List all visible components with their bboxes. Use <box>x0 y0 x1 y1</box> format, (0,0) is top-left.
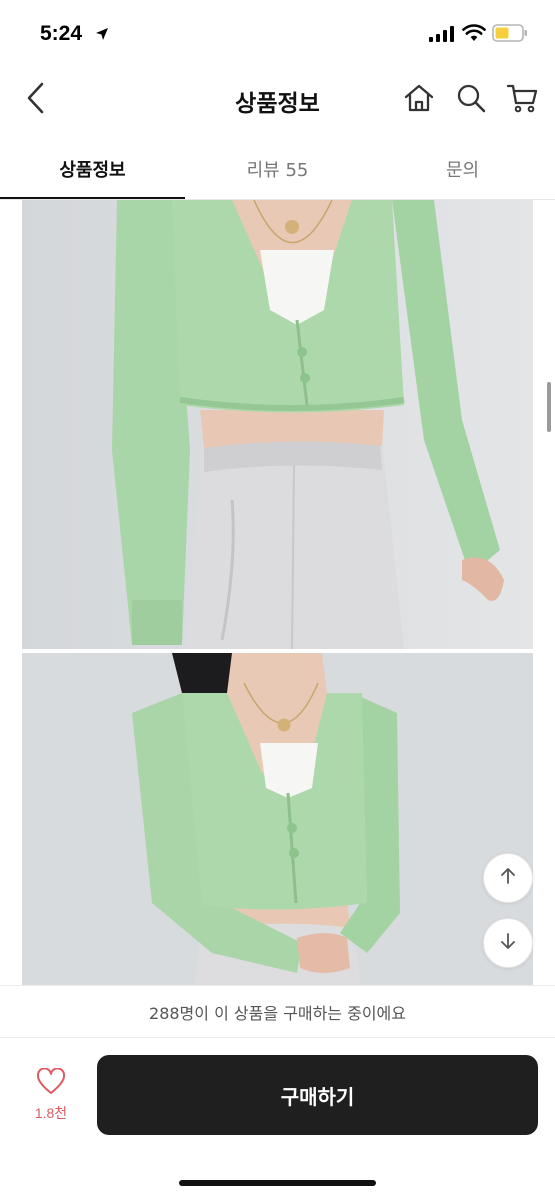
location-arrow-icon <box>95 26 109 45</box>
search-icon <box>456 83 486 117</box>
buy-button[interactable]: 구매하기 <box>97 1055 538 1135</box>
like-count: 1.8천 <box>34 1104 68 1121</box>
signal-bars-icon <box>429 26 455 46</box>
cart-button[interactable] <box>502 80 542 120</box>
battery-icon <box>492 23 528 47</box>
scrollbar[interactable] <box>547 382 551 432</box>
tab-product-info[interactable]: 상품정보 <box>0 140 185 198</box>
product-photo-mint-cardigan-second <box>22 653 533 990</box>
wifi-icon <box>462 24 486 46</box>
tab-reviews[interactable]: 리뷰 55 <box>185 140 370 198</box>
bottom-divider <box>0 1037 555 1038</box>
scroll-to-bottom-button[interactable] <box>483 918 533 968</box>
purchase-activity-banner: 288명이 이 상품을 구매하는 중이에요 <box>0 985 555 1037</box>
tab-inquiry[interactable]: 문의 <box>370 140 555 198</box>
search-button[interactable] <box>451 80 491 120</box>
arrow-down-icon <box>498 931 518 955</box>
cart-icon <box>506 83 538 117</box>
heart-icon <box>36 1067 66 1099</box>
home-button[interactable] <box>399 80 439 120</box>
scroll-to-top-button[interactable] <box>483 853 533 903</box>
home-indicator <box>179 1180 376 1186</box>
back-button[interactable] <box>18 80 54 120</box>
home-icon <box>403 83 435 117</box>
purchase-activity-text: 288명이 이 상품을 구매하는 중이에요 <box>149 1003 406 1023</box>
back-icon <box>26 82 46 118</box>
like-button[interactable]: 1.8천 <box>20 1058 82 1132</box>
product-photo-mint-cardigan-front <box>22 200 533 649</box>
arrow-up-icon <box>498 866 518 890</box>
status-time: 5:24 <box>40 22 83 45</box>
status-bar: 5:24 <box>0 0 555 70</box>
header: 상품정보 <box>0 70 555 128</box>
tab-bar: 상품정보 리뷰 55 문의 <box>0 140 555 200</box>
